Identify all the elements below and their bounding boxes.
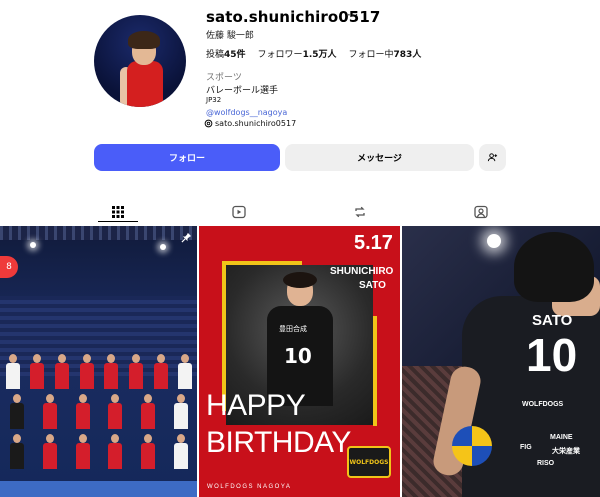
following-label: フォロー中 [348,50,394,60]
player-back [462,296,600,497]
player [9,434,24,474]
posts-label: 投稿 [206,50,225,60]
jersey-number: 10 [284,344,312,368]
followers-stat[interactable]: フォロワー1.5万人 [258,47,337,60]
birthday-date: 5.17 [354,232,393,254]
court-floor [0,481,197,497]
arena-light [30,242,36,248]
player [9,394,24,434]
player [5,354,20,394]
player [177,354,193,394]
more-options-icon[interactable]: ··· [347,8,358,22]
grid-icon [112,206,124,218]
sponsor-text: WOLFDOGS [522,401,564,408]
sponsor-text: RISO [537,460,555,467]
avatar-figure-body [127,61,163,107]
notification-badge[interactable]: 8 [0,256,18,278]
profile-full-name: 佐藤 駿一郎 [206,31,254,41]
team-back-row [0,354,197,394]
posts-count: 45件 [224,50,246,60]
followers-count: 1.5万人 [302,50,337,60]
sponsor-text: MAINE [550,434,573,441]
player [153,354,168,394]
pin-icon [181,232,192,243]
post-team-photo[interactable]: 8 [0,226,197,497]
threads-handle: sato.shunichiro0517 [215,119,297,128]
player [42,394,57,434]
tab-reels[interactable] [232,204,246,219]
arena-light [160,244,166,250]
threads-link[interactable]: sato.shunichiro0517 [204,119,296,128]
profile-stats: 投稿45件 フォロワー1.5万人 フォロー中783人 [206,47,421,60]
team-front-row [0,434,197,474]
tab-reposts[interactable] [353,204,367,218]
tagged-icon [474,205,488,219]
happy-text: HAPPY [206,389,306,422]
player-hair [514,232,594,302]
player [75,434,90,474]
repost-icon [355,206,365,218]
player [173,394,189,434]
birthday-name-first: SHUNICHIRO [330,266,394,277]
volleyball [452,426,492,466]
profile-bio-line: JP32 [206,96,222,104]
posts-grid: 8 豊田合成 10 5.17 SHUNICHIRO SATO HAPPY BIR… [0,226,600,497]
profile-avatar[interactable] [94,15,186,107]
birthday-text: BIRTHDAY [206,426,351,459]
arena-truss [0,226,197,240]
jersey-text: 豊田合成 [279,325,307,333]
player [29,354,45,394]
player [173,434,189,474]
player [107,434,123,474]
player [75,394,90,434]
profile-bio-line: バレーボール選手 [206,86,279,96]
frame-line [373,316,377,426]
player-hair [283,272,317,288]
profile-tabs [0,197,600,225]
posts-stat: 投稿45件 [206,47,246,60]
player [79,354,94,394]
sponsor-text: FIG [520,444,532,451]
avatar-figure-hair [128,31,160,49]
wolfdogs-logo: WOLFDOGS [347,446,391,478]
active-tab-indicator [98,221,138,222]
sponsor-text: 大栄産業 [552,448,580,455]
follow-button[interactable]: フォロー [94,144,280,171]
frame-line [222,261,302,265]
person-plus-icon [487,153,498,162]
team-middle-row [0,394,197,434]
following-count: 783人 [393,50,422,60]
post-jersey-back[interactable]: SATO 10 WOLFDOGS MAINE FIG 大栄産業 RISO [402,226,600,497]
tab-tagged[interactable] [474,204,488,219]
reels-icon [232,205,246,219]
suggested-users-button[interactable] [479,144,506,171]
arena-light [487,234,501,248]
profile-link[interactable]: @wolfdogs__nagoya [206,108,287,117]
birthday-name-last: SATO [359,280,386,291]
post-birthday-card[interactable]: 豊田合成 10 5.17 SHUNICHIRO SATO HAPPY BIRTH… [199,226,400,497]
threads-icon [204,119,213,128]
birthday-footer: WOLFDOGS NAGOYA [207,484,292,490]
following-stat[interactable]: フォロー中783人 [349,47,422,60]
followers-label: フォロワー [257,50,303,60]
jersey-name: SATO [532,312,573,329]
player [128,354,143,394]
jersey-number: 10 [526,329,578,381]
message-button[interactable]: メッセージ [285,144,474,171]
profile-category: スポーツ [206,73,242,83]
player [103,354,119,394]
player [140,434,156,474]
tab-posts[interactable] [111,204,125,218]
player [42,434,57,474]
player [54,354,70,394]
player [107,394,123,434]
player [140,394,156,434]
